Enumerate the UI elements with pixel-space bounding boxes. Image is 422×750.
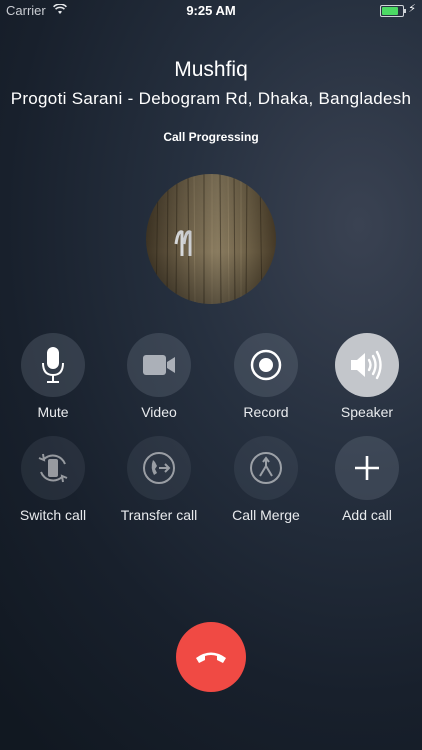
call-merge-label: Call Merge	[232, 507, 300, 523]
mute-label: Mute	[37, 404, 69, 420]
switch-call-circle[interactable]	[21, 436, 85, 500]
microphone-icon	[42, 347, 64, 383]
speaker-icon	[351, 350, 382, 380]
caller-location: Progoti Sarani - Debogram Rd, Dhaka, Ban…	[10, 89, 412, 108]
speaker-label: Speaker	[340, 404, 394, 420]
call-merge-circle[interactable]	[234, 436, 298, 500]
transfer-call-button[interactable]: Transfer call	[109, 436, 209, 523]
switch-call-label: Switch call	[19, 507, 87, 523]
video-button[interactable]: Video	[109, 333, 209, 420]
transfer-call-icon	[143, 452, 175, 484]
status-bar: Carrier 9:25 AM ⚡	[0, 0, 422, 22]
speaker-circle[interactable]	[335, 333, 399, 397]
transfer-call-label: Transfer call	[120, 507, 198, 523]
call-merge-button[interactable]: Call Merge	[216, 436, 316, 523]
plus-icon	[355, 456, 379, 480]
mute-button[interactable]: Mute	[3, 333, 103, 420]
battery-icon	[380, 5, 406, 17]
record-circle[interactable]	[234, 333, 298, 397]
clock: 9:25 AM	[186, 3, 236, 18]
record-label: Record	[243, 404, 289, 420]
merge-icon	[250, 452, 282, 484]
add-call-button[interactable]: Add call	[317, 436, 417, 523]
charging-icon: ⚡	[408, 3, 416, 15]
speaker-button[interactable]: Speaker	[317, 333, 417, 420]
add-call-circle[interactable]	[335, 436, 399, 500]
add-call-label: Add call	[342, 507, 392, 523]
record-button[interactable]: Record	[216, 333, 316, 420]
end-call-button[interactable]	[176, 622, 246, 692]
caller-name: Mushfiq	[174, 58, 248, 81]
video-circle[interactable]	[127, 333, 191, 397]
transfer-call-circle[interactable]	[127, 436, 191, 500]
call-status: Call Progressing	[163, 130, 259, 144]
video-camera-icon	[143, 355, 175, 375]
mute-circle[interactable]	[21, 333, 85, 397]
caller-avatar	[146, 174, 276, 304]
switch-call-icon	[38, 453, 68, 483]
switch-call-button[interactable]: Switch call	[3, 436, 103, 523]
video-label: Video	[141, 404, 177, 420]
end-call-icon	[196, 652, 226, 663]
record-icon	[250, 349, 282, 381]
